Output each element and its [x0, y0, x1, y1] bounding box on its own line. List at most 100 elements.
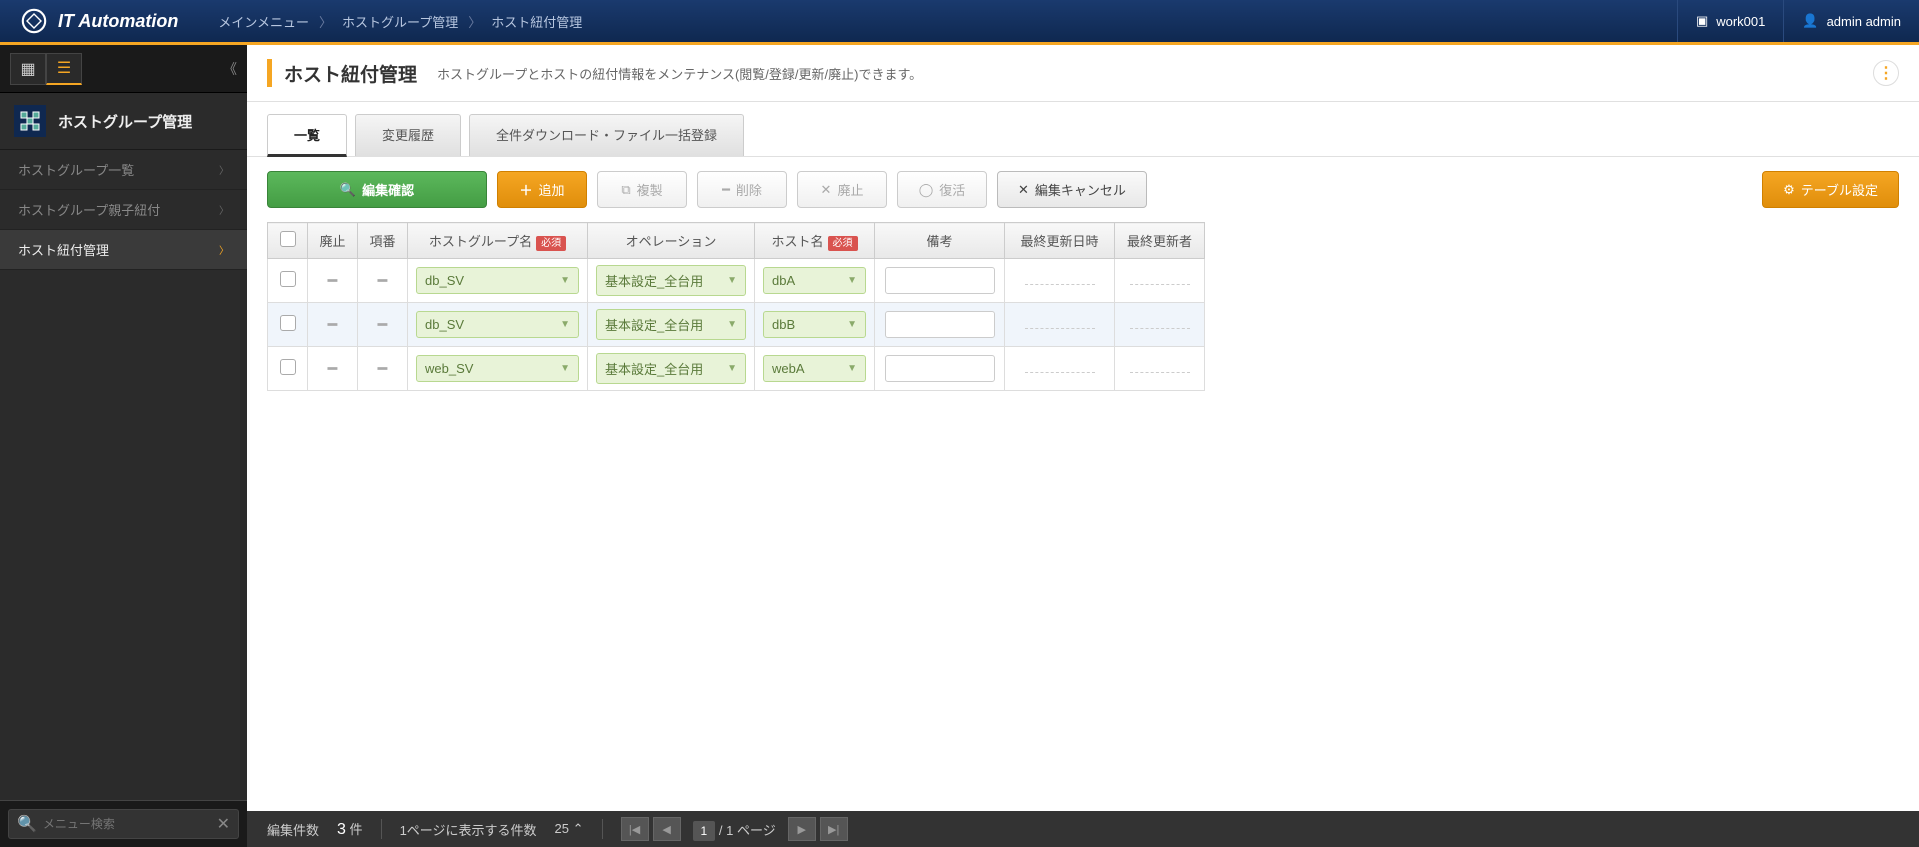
first-page-button[interactable]: |◀: [621, 817, 649, 841]
tabs: 一覧 変更履歴 全件ダウンロード・ファイル一括登録: [247, 102, 1919, 157]
chevron-down-icon: ▼: [847, 319, 857, 330]
required-badge: 必須: [536, 236, 566, 251]
page-menu-button[interactable]: ⋮: [1873, 60, 1899, 86]
sidebar-title-text: ホストグループ管理: [58, 111, 192, 132]
page-header: ホスト紐付管理 ホストグループとホストの紐付情報をメンテナンス(閲覧/登録/更新…: [247, 45, 1919, 102]
accent-bar: [267, 59, 272, 87]
col-operation: オペレーション: [588, 223, 755, 259]
row-checkbox[interactable]: [280, 315, 296, 331]
view-list-button[interactable]: ☰: [46, 53, 82, 85]
page-title: ホスト紐付管理: [284, 60, 417, 87]
prev-page-button[interactable]: ◀: [653, 817, 681, 841]
col-hostgroup: ホストグループ名必須: [408, 223, 588, 259]
sidebar-collapse-button[interactable]: 《: [223, 59, 237, 79]
footer: 編集件数 3 件 1ページに表示する件数 25 ⌃ |◀ ◀ 1 / 1 ページ…: [247, 811, 1919, 847]
required-badge: 必須: [828, 236, 858, 251]
row-checkbox[interactable]: [280, 359, 296, 375]
menu-search-input[interactable]: [43, 817, 211, 831]
sidebar-item-hostgroup-list[interactable]: ホストグループ一覧 〉: [0, 150, 247, 190]
copy-icon: ⧉: [621, 182, 630, 198]
button-label: 編集確認: [362, 180, 414, 199]
last-page-button[interactable]: ▶|: [820, 817, 848, 841]
sidebar-item-host-link[interactable]: ホスト紐付管理 〉: [0, 230, 247, 270]
no-indicator: ━: [378, 361, 388, 378]
pager: |◀ ◀ 1 / 1 ページ ▶ ▶|: [621, 817, 848, 841]
clear-icon[interactable]: ✕: [217, 814, 230, 834]
gear-icon: ⚙: [1783, 182, 1795, 198]
restore-button[interactable]: ◯ 復活: [897, 171, 987, 208]
sidebar-title: ホストグループ管理: [0, 93, 247, 150]
copy-button[interactable]: ⧉ 複製: [597, 171, 687, 208]
chevron-right-icon: 〉: [219, 242, 229, 257]
close-icon: ✕: [1018, 182, 1029, 198]
table-row: ━ ━ web_SV▼ 基本設定_全台用▼ webA▼: [268, 347, 1205, 391]
tab-list[interactable]: 一覧: [267, 114, 347, 157]
remark-input[interactable]: [885, 355, 995, 382]
breadcrumb-item[interactable]: ホスト紐付管理: [491, 12, 582, 31]
button-label: 追加: [539, 180, 565, 199]
row-checkbox[interactable]: [280, 271, 296, 287]
cancel-edit-button[interactable]: ✕ 編集キャンセル: [997, 171, 1147, 208]
next-page-button[interactable]: ▶: [788, 817, 816, 841]
chevron-down-icon: ▼: [560, 275, 570, 286]
button-label: テーブル設定: [1801, 180, 1878, 199]
add-button[interactable]: ＋ 追加: [497, 171, 587, 208]
toolbar: 🔍 編集確認 ＋ 追加 ⧉ 複製 ━ 削除 ✕ 廃止: [247, 157, 1919, 222]
user-menu[interactable]: 👤 admin admin: [1783, 0, 1919, 42]
operation-select[interactable]: 基本設定_全台用▼: [596, 309, 746, 340]
no-indicator: ━: [378, 317, 388, 334]
kebab-icon: ⋮: [1878, 63, 1894, 83]
chevron-down-icon: ▼: [727, 275, 737, 286]
chevron-down-icon: ▼: [560, 319, 570, 330]
no-indicator: ━: [378, 273, 388, 290]
col-no: 項番: [358, 223, 408, 259]
discard-indicator: ━: [328, 361, 338, 378]
workspace-selector[interactable]: ▣ work001: [1677, 0, 1783, 42]
table-settings-button[interactable]: ⚙ テーブル設定: [1762, 171, 1899, 208]
chevron-down-icon: ▼: [847, 275, 857, 286]
user-icon: 👤: [1802, 13, 1818, 29]
breadcrumb-item[interactable]: メインメニュー: [218, 12, 309, 31]
discard-indicator: ━: [328, 273, 338, 290]
per-page-selector[interactable]: 25 ⌃: [555, 821, 584, 837]
topbar: IT Automation メインメニュー 〉 ホストグループ管理 〉 ホスト紐…: [0, 0, 1919, 45]
button-label: 編集キャンセル: [1035, 180, 1126, 199]
search-check-icon: 🔍: [340, 182, 356, 198]
delete-button[interactable]: ━ 削除: [697, 171, 787, 208]
host-select[interactable]: webA▼: [763, 355, 866, 382]
breadcrumb-item[interactable]: ホストグループ管理: [342, 12, 458, 31]
tab-download[interactable]: 全件ダウンロード・ファイル一括登録: [469, 114, 744, 156]
chevron-down-icon: ▼: [847, 363, 857, 374]
hostgroup-icon: [14, 105, 46, 137]
hostgroup-select[interactable]: db_SV▼: [416, 267, 579, 294]
operation-select[interactable]: 基本設定_全台用▼: [596, 265, 746, 296]
remark-input[interactable]: [885, 311, 995, 338]
breadcrumb: メインメニュー 〉 ホストグループ管理 〉 ホスト紐付管理: [218, 12, 582, 31]
data-table: 廃止 項番 ホストグループ名必須 オペレーション ホスト名必須 備考 最終更新日…: [267, 222, 1205, 391]
sidebar-item-parent-child[interactable]: ホストグループ親子紐付 〉: [0, 190, 247, 230]
host-select[interactable]: dbA▼: [763, 267, 866, 294]
host-select[interactable]: dbB▼: [763, 311, 866, 338]
app-logo[interactable]: IT Automation: [0, 7, 198, 35]
updated-at-placeholder: [1025, 328, 1095, 329]
hostgroup-select[interactable]: db_SV▼: [416, 311, 579, 338]
button-label: 復活: [939, 180, 965, 199]
updated-at-placeholder: [1025, 372, 1095, 373]
chevron-down-icon: ▼: [727, 319, 737, 330]
chevron-right-icon: 〉: [319, 12, 332, 31]
discard-button[interactable]: ✕ 廃止: [797, 171, 887, 208]
discard-indicator: ━: [328, 317, 338, 334]
tab-history[interactable]: 変更履歴: [355, 114, 461, 156]
user-name: admin admin: [1827, 14, 1901, 29]
remark-input[interactable]: [885, 267, 995, 294]
updated-by-placeholder: [1130, 372, 1190, 373]
col-updated-by: 最終更新者: [1115, 223, 1205, 259]
updated-by-placeholder: [1130, 284, 1190, 285]
operation-select[interactable]: 基本設定_全台用▼: [596, 353, 746, 384]
hostgroup-select[interactable]: web_SV▼: [416, 355, 579, 382]
confirm-edit-button[interactable]: 🔍 編集確認: [267, 171, 487, 208]
select-all-checkbox[interactable]: [280, 231, 296, 247]
button-label: 複製: [637, 180, 663, 199]
view-grid-button[interactable]: ▦: [10, 53, 46, 85]
chevron-down-icon: ▼: [560, 363, 570, 374]
